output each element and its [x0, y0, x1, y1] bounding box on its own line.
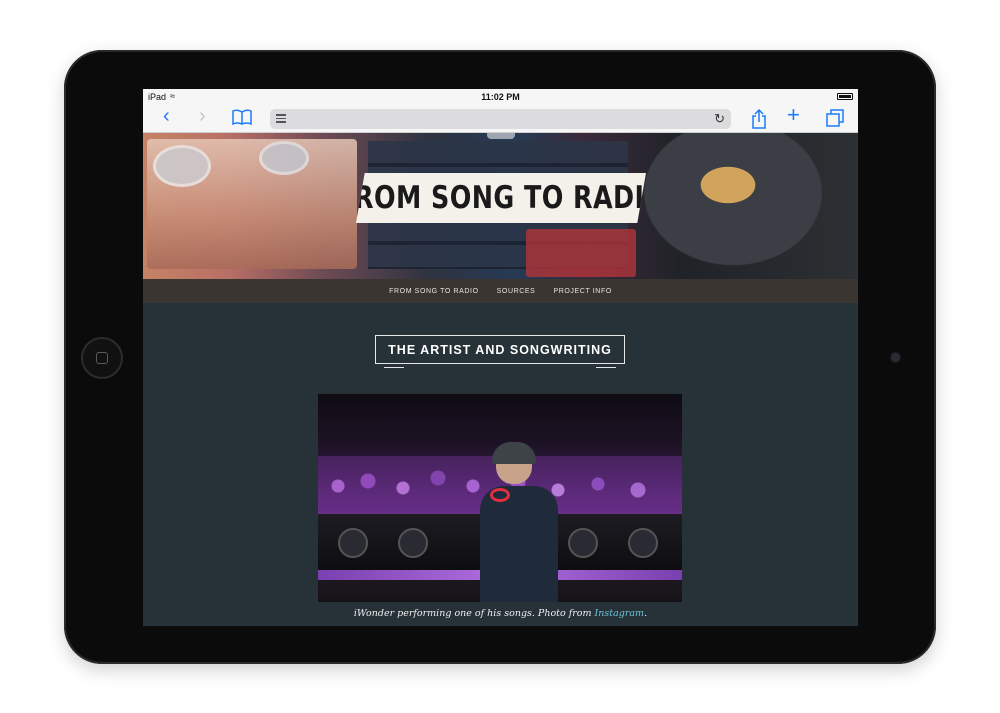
nav-sources[interactable]: SOURCES [497, 288, 536, 295]
dj-figure [478, 442, 558, 602]
battery-icon [837, 93, 853, 100]
nav-from-song-to-radio[interactable]: FROM SONG TO RADIO [389, 288, 479, 295]
home-square-icon [96, 352, 108, 364]
browser-toolbar: ‹ › ↻ + [143, 104, 858, 133]
reader-lines-icon[interactable] [276, 114, 286, 125]
red-equipment-image [526, 229, 636, 277]
tab-handle [487, 133, 515, 139]
tape-deck-image [147, 139, 357, 269]
site-nav: FROM SONG TO RADIO SOURCES PROJECT INFO [143, 279, 858, 303]
status-time: 11:02 PM [481, 92, 520, 102]
book-icon[interactable] [232, 109, 252, 128]
chevron-left-icon[interactable]: ‹ [163, 106, 170, 126]
address-bar[interactable]: ↻ [270, 109, 731, 129]
instagram-link[interactable]: Instagram [595, 608, 645, 619]
share-icon[interactable] [751, 108, 767, 132]
tabs-icon[interactable] [826, 109, 844, 130]
nav-project-info[interactable]: PROJECT INFO [553, 288, 611, 295]
site-title-text: FROM SONG TO RADIO [335, 180, 667, 216]
plus-icon[interactable]: + [787, 104, 800, 126]
site-title[interactable]: FROM SONG TO RADIO [356, 173, 646, 223]
section-heading-text: THE ARTIST AND SONGWRITING [388, 342, 612, 357]
status-bar: iPad ≈ 11:02 PM [143, 89, 858, 105]
dj-performance-photo [318, 394, 682, 602]
home-button[interactable] [81, 337, 123, 379]
caption-text: iWonder performing one of his songs. Pho… [353, 608, 595, 619]
photo-caption: iWonder performing one of his songs. Pho… [143, 608, 858, 619]
chevron-right-icon[interactable]: › [199, 106, 206, 126]
hero-banner: FROM SONG TO RADIO [143, 133, 858, 279]
caption-end: . [644, 608, 648, 619]
reload-icon[interactable]: ↻ [714, 111, 725, 127]
section-heading: THE ARTIST AND SONGWRITING [375, 335, 625, 368]
front-camera [891, 353, 900, 362]
screen: iPad ≈ 11:02 PM ‹ › ↻ + FROM SONG TO RAD… [143, 89, 858, 626]
